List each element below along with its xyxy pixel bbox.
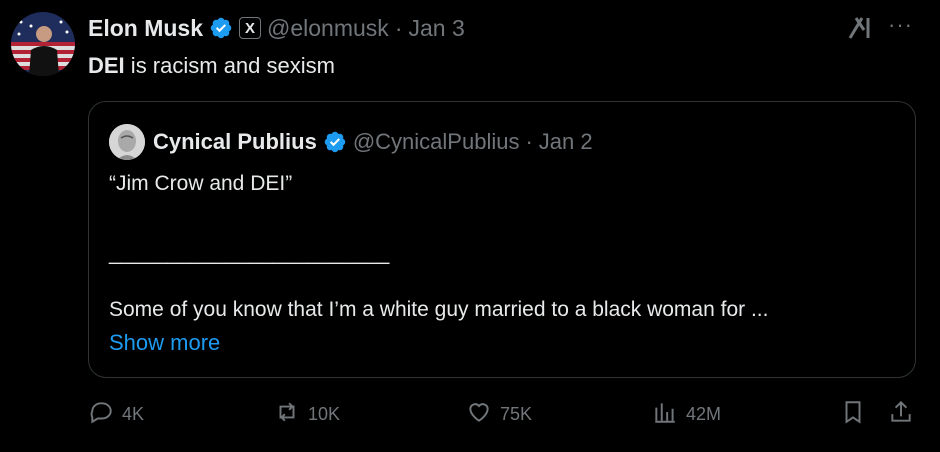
show-more-link[interactable]: Show more: [109, 330, 220, 356]
header-separator: ·: [394, 14, 403, 41]
quote-author-name[interactable]: Cynical Publius: [153, 129, 317, 155]
author-name[interactable]: Elon Musk: [88, 15, 203, 42]
views-icon: [652, 399, 678, 430]
tweet-header: Elon Musk X @elonmusk · Jan 3: [88, 12, 465, 44]
verified-badge-icon: [209, 16, 233, 40]
like-count: 75K: [500, 403, 533, 424]
quote-author-avatar[interactable]: [109, 124, 145, 160]
tweet-date[interactable]: Jan 3: [408, 15, 464, 42]
like-button[interactable]: 75K: [466, 396, 532, 432]
views-button[interactable]: 42M: [652, 396, 721, 432]
tweet-actions: 4K 10K 75K 42M: [88, 396, 916, 432]
quote-header-separator: ·: [525, 129, 533, 154]
share-icon: [888, 399, 914, 430]
repost-icon: [274, 399, 300, 430]
quote-header: Cynical Publius @CynicalPublius · Jan 2: [153, 126, 593, 158]
bookmark-icon: [840, 399, 866, 430]
quote-text-divider: ________________________: [109, 242, 390, 265]
reply-icon: [88, 399, 114, 430]
more-icon[interactable]: ···: [888, 12, 913, 38]
reply-button[interactable]: 4K: [88, 396, 144, 432]
author-avatar[interactable]: [11, 12, 75, 76]
bookmark-button[interactable]: [840, 396, 866, 432]
tweet-text-rest: is racism and sexism: [124, 53, 335, 78]
repost-button[interactable]: 10K: [274, 396, 340, 432]
view-count: 42M: [686, 403, 722, 424]
tweet-text: DEI is racism and sexism: [88, 53, 335, 79]
share-button[interactable]: [888, 396, 914, 432]
quote-date[interactable]: Jan 2: [539, 129, 593, 155]
verified-badge-icon: [323, 130, 347, 154]
quoted-tweet[interactable]: Cynical Publius @CynicalPublius · Jan 2 …: [88, 101, 916, 378]
quote-author-handle[interactable]: @CynicalPublius: [353, 129, 520, 155]
like-icon: [466, 399, 492, 430]
quote-text-line: Some of you know that I’m a white guy ma…: [109, 298, 769, 321]
x-affiliation-badge[interactable]: X: [239, 17, 262, 39]
author-handle[interactable]: @elonmusk: [267, 15, 389, 42]
reply-count: 4K: [122, 403, 145, 424]
repost-count: 10K: [308, 403, 341, 424]
quote-text-line: “Jim Crow and DEI”: [109, 172, 293, 195]
grok-icon[interactable]: [846, 14, 874, 42]
tweet-text-bold: DEI: [88, 53, 125, 78]
